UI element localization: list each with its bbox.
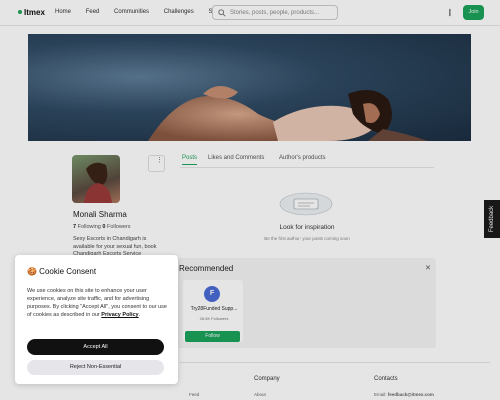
cookie-title: 🍪 Cookie Consent	[27, 267, 97, 276]
cookie-body-text: We use cookies on this site to enhance y…	[27, 288, 167, 318]
cookie-body: We use cookies on this site to enhance y…	[27, 288, 167, 318]
accept-all-button[interactable]: Accept All	[27, 339, 164, 355]
reject-non-essential-button[interactable]: Reject Non-Essential	[27, 360, 164, 375]
cookie-consent-dialog: 🍪 Cookie Consent We use cookies on this …	[15, 255, 178, 384]
privacy-policy-link[interactable]: Privacy Policy	[101, 312, 138, 318]
